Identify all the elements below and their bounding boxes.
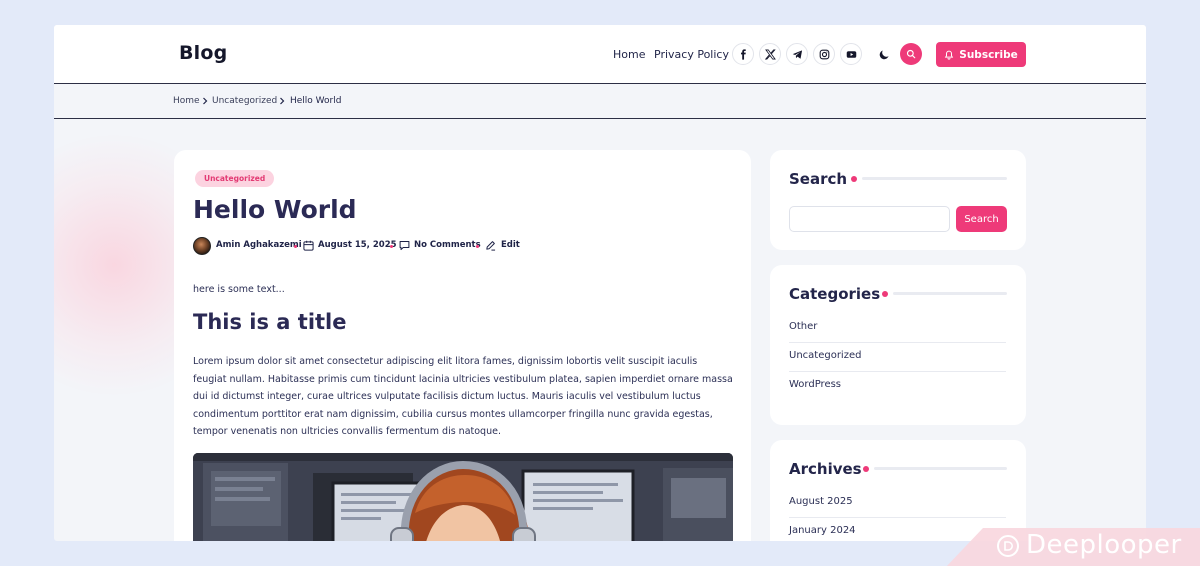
site-logo[interactable]: Blog [179, 42, 227, 64]
title-dot [851, 176, 857, 182]
post-subtitle: This is a title [193, 310, 347, 334]
post-intro: here is some text... [193, 284, 285, 295]
meta-separator [476, 245, 479, 248]
youtube-icon[interactable] [840, 43, 862, 65]
post-card: Uncategorized Hello World Amin Aghakazem… [174, 150, 751, 541]
sidebar-search-input[interactable] [789, 206, 950, 232]
post-title: Hello World [193, 195, 357, 224]
breadcrumb-category[interactable]: Uncategorized [212, 96, 277, 106]
paragraph-line: Lorem ipsum dolor sit amet consectetur a… [193, 356, 698, 367]
title-divider [874, 467, 1007, 470]
comment-icon [399, 240, 410, 251]
category-link[interactable]: Uncategorized [789, 350, 1006, 361]
header-search-icon[interactable] [900, 43, 922, 65]
edit-icon [486, 241, 496, 251]
category-link[interactable]: Other [789, 321, 1006, 332]
sidebar-search-button[interactable]: Search [956, 206, 1007, 232]
chevron-right-icon [280, 97, 285, 105]
breadcrumb-current: Hello World [290, 96, 342, 106]
meta-separator [390, 245, 393, 248]
illustration-woman-headphones [193, 453, 733, 541]
search-widget: Search Search [770, 150, 1026, 250]
title-dot [863, 466, 869, 472]
divider [789, 517, 1006, 518]
paragraph-line: condimentum porttitor erat nam dignissim… [193, 408, 713, 420]
post-edit-link[interactable]: Edit [501, 240, 520, 250]
archive-link[interactable]: August 2025 [789, 496, 1006, 507]
title-divider [893, 292, 1007, 295]
facebook-icon[interactable] [732, 43, 754, 65]
category-badge[interactable]: Uncategorized [195, 170, 275, 187]
categories-widget: Categories Other Uncategorized WordPress [770, 265, 1026, 425]
telegram-icon[interactable] [786, 43, 808, 65]
archive-link[interactable]: January 2024 [789, 525, 1006, 536]
post-comments[interactable]: No Comments [414, 240, 481, 250]
nav-home[interactable]: Home [613, 48, 645, 61]
archives-widget-title: Archives [789, 460, 862, 478]
search-widget-title: Search [789, 170, 848, 188]
title-divider [862, 177, 1007, 180]
watermark-text: Deeplooper [1026, 530, 1182, 560]
subscribe-button[interactable]: Subscribe [936, 42, 1026, 67]
dark-mode-icon[interactable] [873, 43, 895, 65]
nav-privacy-policy[interactable]: Privacy Policy [654, 48, 729, 61]
x-icon[interactable] [759, 43, 781, 65]
post-paragraph: Lorem ipsum dolor sit amet consectetur a… [193, 353, 733, 441]
post-date: August 15, 2025 [318, 240, 397, 250]
meta-separator [294, 245, 297, 248]
archives-widget: Archives August 2025 January 2024 [770, 440, 1026, 541]
site-header: Blog Home Privacy Policy Subscribe [54, 25, 1146, 84]
post-author[interactable]: Amin Aghakazemi [216, 240, 302, 250]
subscribe-label: Subscribe [959, 48, 1018, 61]
chevron-right-icon [203, 97, 208, 105]
categories-widget-title: Categories [789, 285, 881, 303]
instagram-icon[interactable] [813, 43, 835, 65]
paragraph-line: feugiat nullam. Habitasse primis cum tin… [193, 373, 733, 385]
post-featured-image [193, 453, 733, 541]
breadcrumb-home[interactable]: Home [173, 96, 200, 106]
category-link[interactable]: WordPress [789, 379, 1006, 390]
watermark: Deeplooper [945, 528, 1200, 566]
breadcrumb: Home Uncategorized Hello World [54, 85, 1146, 119]
author-avatar[interactable] [193, 237, 211, 255]
divider [789, 342, 1006, 343]
paragraph-line: dui id dictumst integer, curae ultrices … [193, 391, 701, 402]
divider [789, 371, 1006, 372]
bell-icon [945, 50, 954, 60]
paragraph-line: tempor venenatis non ultricies convallis… [193, 426, 501, 437]
page-frame: Blog Home Privacy Policy Subscribe Home … [54, 25, 1146, 541]
title-dot [882, 291, 888, 297]
calendar-icon [303, 240, 314, 251]
watermark-logo-icon [997, 535, 1019, 557]
